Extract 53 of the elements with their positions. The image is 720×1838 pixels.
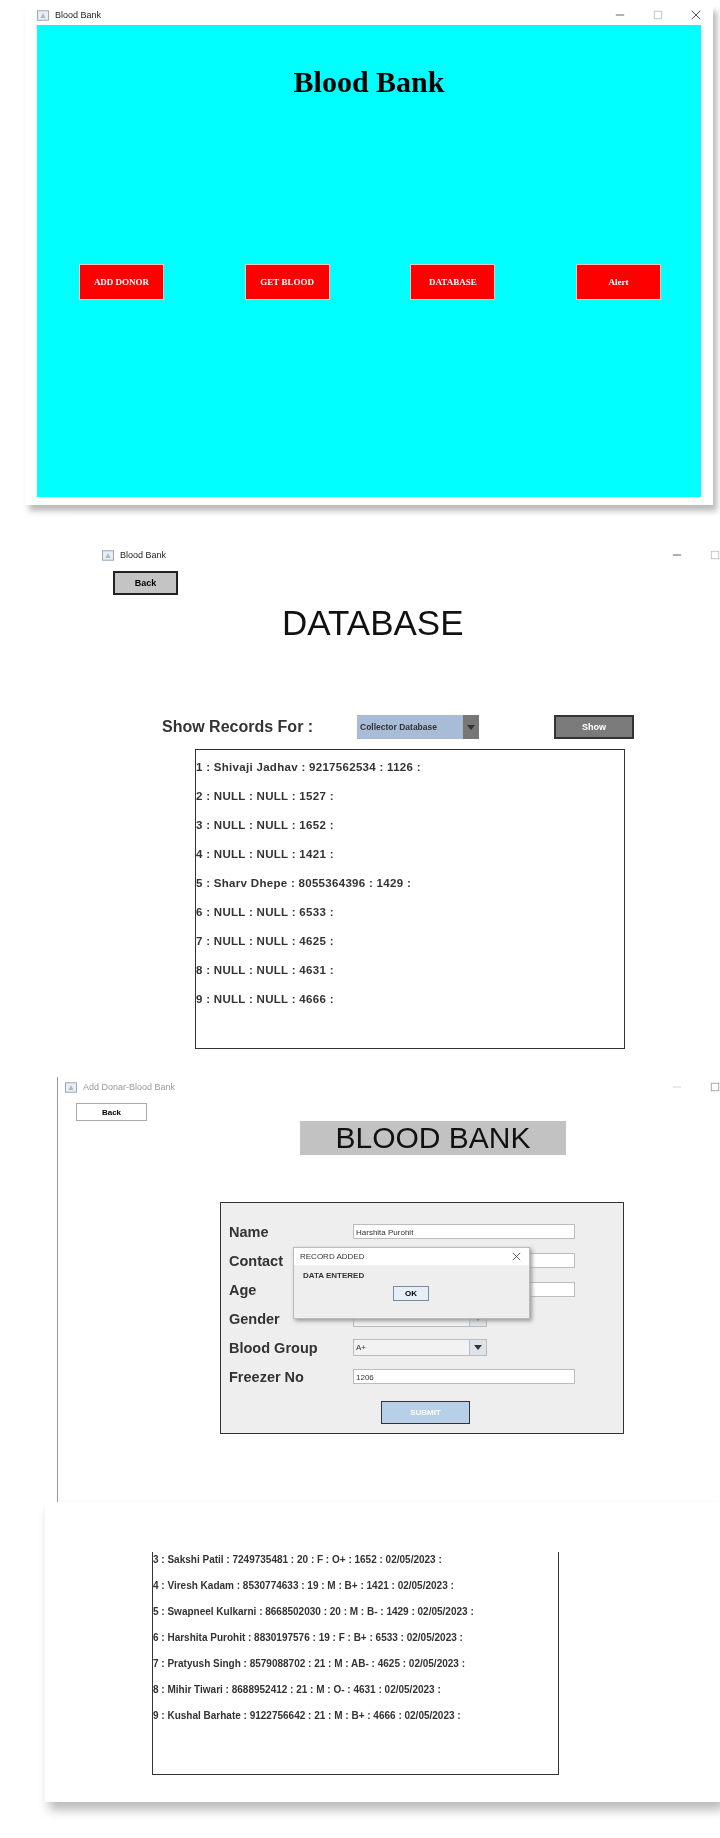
show-button[interactable]: Show [554, 715, 634, 739]
window-title: Blood Bank [55, 10, 102, 20]
field-label: Freezer No [229, 1368, 304, 1385]
record-row-text: 2 : NULL : NULL : 1527 : [196, 790, 335, 804]
app-icon [65, 1081, 77, 1093]
maximize-icon[interactable] [710, 550, 720, 560]
filter-label: Show Records For : [162, 718, 315, 736]
window-title: Add Donar-Blood Bank [83, 1082, 176, 1092]
maximize-icon[interactable] [710, 1082, 720, 1092]
record-row-text: 8 : Mihir Tiwari : 8688952412 : 21 : M : O- : 4631 : 02/05/2023 : [153, 1684, 442, 1697]
back-button[interactable]: Back [113, 571, 178, 595]
record-row-text: 9 : Kushal Barhate : 9122756642 : 21 : M : B+ : 4666 : 02/05/2023 : [153, 1710, 462, 1723]
record-row-text: 1 : Shivaji Jadhav : 9217562534 : 1126 : [196, 761, 422, 775]
app-icon [102, 549, 114, 561]
menu-button[interactable]: GET BLOOD [244, 264, 330, 300]
field-label: Blood Group [229, 1339, 318, 1356]
app-icon [37, 9, 49, 21]
maximize-icon[interactable] [653, 10, 663, 20]
page-heading: DATABASE [282, 603, 464, 643]
record-row-text: 5 : Sharv Dhepe : 8055364396 : 1429 : [196, 877, 413, 891]
dialog-title: RECORD ADDED [300, 1252, 366, 1261]
window-title: Blood Bank [120, 550, 167, 560]
record-row-text: 8 : NULL : NULL : 4631 : [196, 964, 335, 978]
caret-icon [467, 724, 475, 730]
menu-button[interactable]: ADD DONOR [79, 264, 164, 300]
close-icon[interactable] [691, 10, 701, 20]
page-heading: BLOOD BANK [300, 1121, 566, 1155]
field-label: Age [229, 1281, 257, 1298]
text-field[interactable]: 1206 [353, 1369, 575, 1384]
record-row-text: 7 : Pratyush Singh : 8579088702 : 21 : M : AB- : 4625 : 02/05/2023 : [153, 1658, 466, 1671]
close-icon[interactable] [512, 1252, 521, 1261]
back-button[interactable]: Back [76, 1103, 147, 1121]
field-label: Gender [229, 1310, 280, 1327]
text-field[interactable]: Harshita Purohit [353, 1224, 575, 1239]
record-row-text: 4 : NULL : NULL : 1421 : [196, 848, 335, 862]
dialog-message: DATA ENTERED [303, 1271, 366, 1280]
record-row-text: 4 : Viresh Kadam : 8530774633 : 19 : M : B+ : 1421 : 02/05/2023 : [153, 1580, 455, 1593]
record-row-text: 3 : Sakshi Patil : 7249735481 : 20 : F : O+ : 1652 : 02/05/2023 : [153, 1554, 443, 1567]
ok-button[interactable]: OK [393, 1286, 429, 1301]
field-label: Name [229, 1223, 269, 1240]
record-row-text: 9 : NULL : NULL : 4666 : [196, 993, 335, 1007]
record-row-text: 6 : Harshita Purohit : 8830197576 : 19 : F : B+ : 6533 : 02/05/2023 : [153, 1632, 464, 1645]
record-row-text: 7 : NULL : NULL : 4625 : [196, 935, 335, 949]
record-row-text: 3 : NULL : NULL : 1652 : [196, 819, 335, 833]
record-row-text: 6 : NULL : NULL : 6533 : [196, 906, 335, 920]
menu-button[interactable]: DATABASE [410, 264, 496, 300]
caret-icon [474, 1345, 482, 1350]
field-label: Contact [229, 1252, 283, 1269]
database-dropdown[interactable]: Collector Database [357, 715, 479, 739]
dropdown-field[interactable]: A+ [353, 1339, 487, 1356]
app-heading: Blood Bank [292, 65, 446, 99]
menu-button[interactable]: Alert [575, 264, 661, 300]
record-row-text: 5 : Swapneel Kulkarni : 8668502030 : 20 : M : B- : 1429 : 02/05/2023 : [153, 1606, 475, 1619]
